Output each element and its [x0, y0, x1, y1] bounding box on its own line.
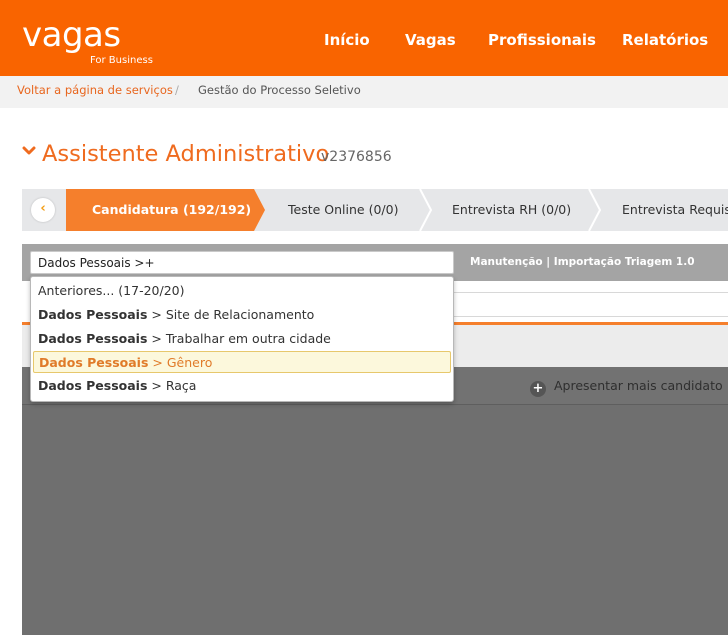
nav-relatorios[interactable]: Relatórios — [622, 31, 708, 49]
logo-wordmark: vagas — [22, 15, 121, 55]
breadcrumb-separator: / — [175, 83, 179, 97]
option-group: Dados Pessoais — [38, 378, 148, 393]
option-group: Dados Pessoais — [38, 307, 148, 322]
option-group: Dados Pessoais — [38, 331, 148, 346]
stage-entrevista-requisitante[interactable]: Entrevista Requisi — [622, 202, 728, 217]
breadcrumb-current: Gestão do Processo Seletivo — [198, 83, 361, 97]
option-separator: > — [151, 378, 162, 393]
importacao-triagem-link[interactable]: Importação Triagem 1.0 — [554, 256, 695, 268]
option-separator: > — [151, 307, 162, 322]
toolbar-link-separator: | — [546, 256, 551, 268]
option-label: Trabalhar em outra cidade — [165, 331, 331, 346]
nav-vagas[interactable]: Vagas — [405, 31, 456, 49]
stage-divider — [419, 189, 433, 231]
back-to-services-link[interactable]: Voltar a página de serviços — [17, 83, 173, 97]
collapse-chevron-icon[interactable] — [22, 144, 36, 158]
plus-circle-icon: + — [530, 381, 546, 397]
logo-subtitle: For Business — [90, 55, 153, 66]
autocomplete-dropdown: Anteriores... (17-20/20) Dados Pessoais … — [30, 276, 454, 402]
previous-label: Anteriores... (17-20/20) — [38, 283, 185, 298]
show-more-candidates-button[interactable]: + Apresentar mais candidato — [530, 378, 723, 397]
option-label: Raça — [165, 378, 197, 393]
nav-profissionais[interactable]: Profissionais — [488, 31, 596, 49]
job-title: Assistente Administrativo — [42, 141, 330, 167]
stage-teste-online[interactable]: Teste Online (0/0) — [288, 202, 398, 217]
results-overlay — [22, 367, 728, 635]
filter-search-input[interactable] — [30, 251, 454, 274]
breadcrumb: Voltar a página de serviços / Gestão do … — [0, 76, 728, 108]
option-group: Dados Pessoais — [39, 355, 149, 370]
job-code: v2376856 — [321, 149, 392, 165]
dropdown-option[interactable]: Dados Pessoais > Trabalhar em outra cida… — [33, 328, 451, 350]
dropdown-previous-page[interactable]: Anteriores... (17-20/20) — [33, 280, 451, 302]
option-label: Site de Relacionamento — [165, 307, 315, 322]
option-separator: > — [151, 331, 162, 346]
stage-divider — [588, 189, 602, 231]
manutencao-link[interactable]: Manutenção — [470, 256, 543, 268]
toolbar-links: Manutenção | Importação Triagem 1.0 — [470, 256, 695, 268]
dropdown-option[interactable]: Dados Pessoais > Raça — [33, 375, 451, 397]
option-separator: > — [152, 355, 163, 370]
show-more-label: Apresentar mais candidato — [554, 378, 723, 393]
dropdown-option[interactable]: Dados Pessoais > Site de Relacionamento — [33, 304, 451, 326]
stage-entrevista-rh[interactable]: Entrevista RH (0/0) — [452, 202, 571, 217]
vagas-logo[interactable]: vagas For Business — [22, 15, 153, 66]
stage-candidatura[interactable]: Candidatura (192/192) — [92, 202, 251, 217]
nav-inicio[interactable]: Início — [324, 31, 370, 49]
top-header: vagas For Business Início Vagas Profissi… — [0, 0, 728, 76]
option-label: Gênero — [166, 355, 213, 370]
dropdown-option-highlighted[interactable]: Dados Pessoais > Gênero — [33, 351, 451, 373]
